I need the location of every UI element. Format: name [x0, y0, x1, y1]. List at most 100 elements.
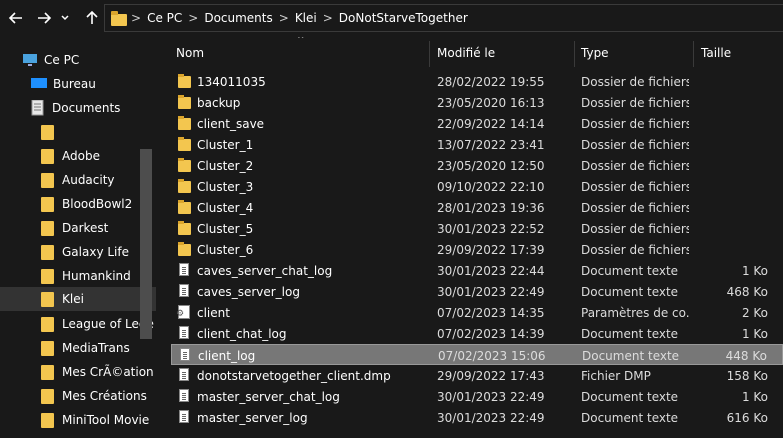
file-size: 2 Ko [741, 306, 768, 320]
file-row[interactable]: Cluster_6 29/09/2022 17:39 Dossier de fich… [171, 239, 783, 260]
file-row[interactable]: client_chat_log 07/02/2023 14:39 Document … [171, 323, 783, 344]
sidebar-item-documents[interactable]: Documents [0, 96, 156, 120]
folder-icon [111, 10, 127, 26]
up-button[interactable] [80, 6, 104, 30]
file-date: 30/01/2023 22:49 [437, 411, 545, 425]
file-row[interactable]: caves_server_log 30/01/2023 22:49 Document… [171, 281, 783, 302]
file-date: 28/02/2022 19:55 [437, 75, 545, 89]
file-row[interactable]: donotstarvetogether_client.dmp 29/09/2022… [171, 365, 783, 386]
sidebar-item-audacity[interactable]: Audacity [0, 168, 156, 192]
file-type: Dossier de fichiers [581, 75, 689, 89]
sidebar-item-mediatrans[interactable]: MediaTrans [0, 336, 156, 360]
column-size[interactable]: Taille [701, 46, 731, 60]
breadcrumb-documents[interactable]: Documents [204, 11, 272, 25]
file-name: Cluster_3 [197, 180, 254, 194]
file-size: 1 Ko [741, 390, 768, 404]
file-row[interactable]: Cluster_4 28/01/2023 19:36 Dossier de fich… [171, 197, 783, 218]
sidebar-item-minitool-movie[interactable]: MiniTool Movie [0, 408, 156, 432]
file-size: 1 Ko [741, 327, 768, 341]
back-button[interactable] [4, 6, 28, 30]
file-type: Dossier de fichiers [581, 117, 689, 131]
sidebar-item-ce-pc[interactable]: Ce PC [0, 48, 156, 72]
file-name: 134011035 [197, 75, 266, 89]
file-name: master_server_log [197, 411, 308, 425]
column-type[interactable]: Type [581, 46, 609, 60]
sidebar-item-label: Darkest [62, 221, 109, 235]
file-type: Paramètres de co... [581, 306, 689, 320]
file-row[interactable]: client_save 22/09/2022 14:14 Dossier de fi… [171, 113, 783, 134]
sidebar-item-darkest[interactable]: Darkest [0, 216, 156, 240]
file-row[interactable]: Cluster_3 09/10/2022 22:10 Dossier de fich… [171, 176, 783, 197]
recent-locations-button[interactable] [58, 6, 72, 30]
file-row-selected[interactable]: client_log 07/02/2023 15:06 Document texte… [171, 344, 783, 365]
file-date: 09/10/2022 22:10 [437, 180, 545, 194]
sidebar-item-humankind[interactable]: Humankind [0, 264, 156, 288]
column-date[interactable]: Modifié le [437, 46, 495, 60]
folder-icon [178, 179, 191, 193]
separator-icon: > [278, 11, 289, 25]
file-date: 07/02/2023 14:39 [437, 327, 545, 341]
file-date: 22/09/2022 14:14 [437, 117, 545, 131]
sidebar-scrollbar[interactable] [140, 149, 152, 339]
file-row[interactable]: Cluster_2 23/05/2020 12:50 Dossier de fich… [171, 155, 783, 176]
sidebar-item-adobe[interactable]: Adobe [0, 144, 156, 168]
sidebar-item-league-of-legends[interactable]: League of Lege [0, 312, 156, 336]
file-row[interactable]: client 07/02/2023 14:35 Paramètres de co..… [171, 302, 783, 323]
file-size: 468 Ko [726, 285, 768, 299]
file-row[interactable]: backup 23/05/2020 16:13 Dossier de fichier… [171, 92, 783, 113]
column-divider[interactable] [693, 41, 694, 67]
column-divider[interactable] [574, 41, 575, 67]
file-date: 23/05/2020 16:13 [437, 96, 545, 110]
sidebar-item-bureau[interactable]: Bureau [0, 72, 156, 96]
file-name: Cluster_2 [197, 159, 254, 173]
folder-icon [178, 200, 191, 214]
folder-icon [41, 268, 54, 284]
file-date: 07/02/2023 14:35 [437, 306, 545, 320]
sidebar-item-label: MiniTool Movie [62, 413, 150, 427]
file-type: Dossier de fichiers [581, 180, 689, 194]
folder-icon [41, 340, 54, 356]
sidebar-item-mes-creations-garbled[interactable]: Mes CrÃ©ation [0, 360, 156, 384]
file-date: 13/07/2022 23:41 [437, 138, 545, 152]
column-divider[interactable] [429, 41, 430, 67]
breadcrumb-klei[interactable]: Klei [295, 11, 317, 25]
file-row[interactable]: caves_server_chat_log 30/01/2023 22:44 Doc… [171, 260, 783, 281]
documents-icon [31, 100, 44, 116]
file-row[interactable]: Cluster_5 30/01/2023 22:52 Dossier de fich… [171, 218, 783, 239]
file-name: Cluster_6 [197, 243, 254, 257]
sidebar-item-bloodbowl2[interactable]: BloodBowl2 [0, 192, 156, 216]
file-name: Cluster_4 [197, 201, 254, 215]
sidebar-item-label: Klei [62, 292, 84, 306]
breadcrumb-donotstarvetogether[interactable]: DoNotStarveTogether [339, 11, 468, 25]
breadcrumb-ce-pc[interactable]: Ce PC [147, 11, 182, 25]
forward-button[interactable] [32, 6, 56, 30]
sidebar-item-mes-creations[interactable]: Mes Créations [0, 384, 156, 408]
sidebar-item-galaxy-life[interactable]: Galaxy Life [0, 240, 156, 264]
file-date: 30/01/2023 22:44 [437, 264, 545, 278]
folder-icon [41, 364, 54, 380]
text-file-icon [180, 348, 190, 361]
address-bar[interactable]: > Ce PC > Documents > Klei > DoNotStarve… [104, 4, 783, 32]
sidebar-item-klei[interactable]: Klei [0, 287, 156, 311]
column-name[interactable]: Nom [176, 46, 204, 60]
sidebar-item-label: Ce PC [44, 53, 80, 67]
file-row[interactable]: 134011035 28/02/2022 19:55 Dossier de fich… [171, 71, 783, 92]
file-row[interactable]: Cluster_1 13/07/2022 23:41 Dossier de fich… [171, 134, 783, 155]
sidebar-item-folder-unnamed[interactable] [0, 120, 156, 144]
file-name: Cluster_5 [197, 222, 254, 236]
file-name: client_save [197, 117, 265, 131]
file-row[interactable]: master_server_chat_log 30/01/2023 22:49 Do… [171, 386, 783, 407]
sidebar-item-label: Audacity [62, 173, 115, 187]
toolbar: > Ce PC > Documents > Klei > DoNotStarve… [0, 0, 783, 37]
sidebar-item-label: Documents [52, 101, 121, 115]
folder-icon [178, 95, 191, 109]
text-file-icon [179, 263, 189, 276]
file-list: ^ Nom Modifié le Type Taille 134011035 28… [156, 37, 783, 438]
folder-icon [41, 412, 54, 428]
file-row[interactable]: master_server_log 30/01/2023 22:49 Documen… [171, 407, 783, 428]
file-type: Document texte [582, 349, 680, 363]
folder-icon [178, 74, 191, 88]
folder-icon [41, 196, 54, 212]
file-type: Document texte [581, 390, 679, 404]
folder-icon [41, 124, 54, 140]
